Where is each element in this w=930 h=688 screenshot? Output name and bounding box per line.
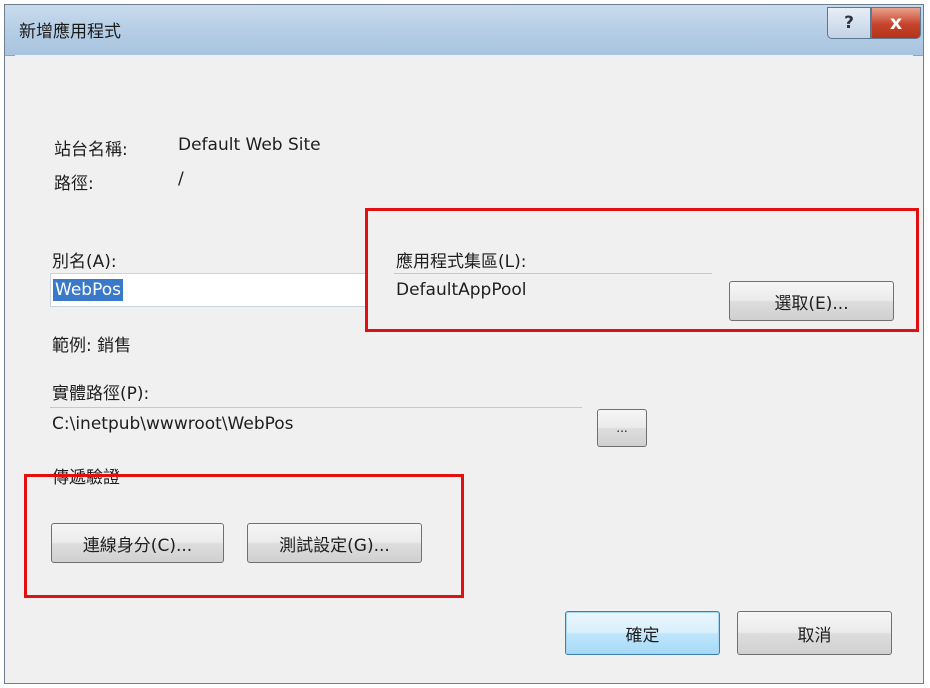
cancel-button-label: 取消	[797, 625, 832, 646]
physical-path-value: C:\inetpub\wwwroot\WebPos	[52, 414, 294, 434]
site-name-label: 站台名稱:	[54, 140, 128, 160]
close-icon: x	[889, 12, 903, 34]
test-settings-button-label: 測試設定(G)...	[279, 535, 390, 556]
app-pool-field: DefaultAppPool	[394, 273, 712, 307]
test-settings-button[interactable]: 測試設定(G)...	[247, 523, 422, 563]
help-icon: ?	[844, 13, 854, 33]
connect-as-button-label: 連線身分(C)...	[82, 535, 193, 556]
cancel-button[interactable]: 取消	[737, 611, 892, 655]
select-app-pool-button-label: 選取(E)...	[774, 293, 849, 314]
app-pool-label: 應用程式集區(L):	[396, 252, 527, 272]
pass-through-label: 傳遞驗證	[52, 468, 120, 488]
help-button[interactable]: ?	[827, 7, 871, 39]
close-button[interactable]: x	[871, 7, 921, 39]
path-value: /	[178, 169, 184, 189]
add-application-dialog: 新增應用程式 ? x 站台名稱: Default Web Site 路徑: / …	[4, 4, 924, 684]
ellipsis-icon: ...	[616, 421, 628, 435]
dialog-body: 站台名稱: Default Web Site 路徑: / 別名(A): WebP…	[15, 55, 913, 673]
alias-example: 範例: 銷售	[52, 336, 132, 356]
physical-path-input[interactable]: C:\inetpub\wwwroot\WebPos	[50, 407, 582, 441]
connect-as-button[interactable]: 連線身分(C)...	[51, 523, 224, 563]
alias-label: 別名(A):	[52, 252, 117, 272]
ok-button[interactable]: 確定	[565, 611, 720, 655]
dialog-title: 新增應用程式	[19, 22, 121, 42]
physical-path-label: 實體路徑(P):	[52, 384, 150, 404]
ok-button-label: 確定	[625, 625, 660, 646]
alias-input-value: WebPos	[53, 279, 123, 301]
path-label: 路徑:	[54, 174, 94, 194]
app-pool-value: DefaultAppPool	[396, 280, 527, 300]
site-name-value: Default Web Site	[178, 135, 321, 155]
browse-path-button[interactable]: ...	[597, 409, 647, 447]
alias-input[interactable]: WebPos	[50, 273, 368, 307]
title-bar[interactable]: 新增應用程式 ? x	[5, 5, 923, 56]
select-app-pool-button[interactable]: 選取(E)...	[729, 281, 894, 321]
